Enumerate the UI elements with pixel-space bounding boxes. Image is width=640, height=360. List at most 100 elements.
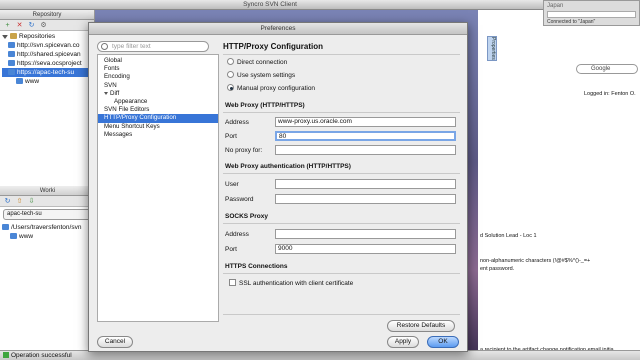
background-line-2: non-alphanumeric characters (!@#$%^()-_=… xyxy=(480,258,591,264)
tree-item[interactable]: www xyxy=(2,77,92,86)
tree-item[interactable]: https://seva.ocsproject xyxy=(2,59,92,68)
cancel-button[interactable]: Cancel xyxy=(97,336,133,348)
nav-item-label: Diff xyxy=(110,89,120,97)
repository-toolbar: + ✕ ↻ ⚙ xyxy=(0,20,94,31)
chat-title: Japan xyxy=(547,3,564,9)
folder-icon xyxy=(2,224,9,230)
auth-section-title: Web Proxy authentication (HTTP/HTTPS) xyxy=(225,163,351,170)
radio-button[interactable] xyxy=(227,71,234,78)
nav-item-messages[interactable]: Messages xyxy=(98,131,218,139)
nav-item-menu-shortcut-keys[interactable]: Menu Shortcut Keys xyxy=(98,123,218,131)
tree-item-label: https://apac-tech-su xyxy=(17,69,75,76)
divider xyxy=(223,112,460,113)
background-line-1: d Solution Lead - Loc 1 xyxy=(480,233,537,239)
ok-button[interactable]: OK xyxy=(427,336,459,348)
repo-folder-icon xyxy=(8,51,15,57)
repositories-icon xyxy=(10,33,17,39)
expand-arrow-icon[interactable] xyxy=(2,35,8,39)
dialog-title: Preferences xyxy=(89,23,467,35)
no-proxy-field[interactable] xyxy=(275,145,456,155)
refresh-icon[interactable]: ↻ xyxy=(27,21,36,30)
working-copy-select[interactable]: apac-tech-su xyxy=(3,209,92,220)
nav-item-encoding[interactable]: Encoding xyxy=(98,73,218,81)
add-repository-icon[interactable]: + xyxy=(3,21,12,30)
radio-button-selected[interactable] xyxy=(227,84,234,91)
update-icon[interactable]: ⇩ xyxy=(27,197,36,206)
status-text: Operation successful xyxy=(11,352,72,359)
radio-label: Use system settings xyxy=(237,72,296,79)
repository-panel: Repository + ✕ ↻ ⚙ Repositories http://s… xyxy=(0,10,95,360)
tree-item-label: http://shared.spicevan xyxy=(17,51,81,58)
settings-pane: HTTP/Proxy Configuration Direct connecti… xyxy=(221,40,464,322)
radio-system-settings[interactable]: Use system settings xyxy=(227,71,295,81)
google-search-field[interactable]: Google xyxy=(576,64,638,74)
proxy-address-field[interactable]: www-proxy.us.oracle.com xyxy=(275,117,456,127)
tree-item-label: https://seva.ocsproject xyxy=(17,60,82,67)
tree-item[interactable]: www xyxy=(2,232,93,241)
port-label: Port xyxy=(225,133,237,140)
nav-item-fonts[interactable]: Fonts xyxy=(98,65,218,73)
user-label: User xyxy=(225,181,239,188)
nav-item-svn-file-editors[interactable]: SVN File Editors xyxy=(98,106,218,114)
nav-item-http-proxy[interactable]: HTTP/Proxy Configuration xyxy=(98,114,218,123)
preferences-nav: Global Fonts Encoding SVN Diff Appearanc… xyxy=(97,54,219,322)
apply-button[interactable]: Apply xyxy=(387,336,419,348)
no-proxy-label: No proxy for: xyxy=(225,147,263,154)
tree-item[interactable]: /Users/traversfenton/svn xyxy=(2,223,93,232)
chat-input[interactable] xyxy=(547,11,636,18)
repo-folder-icon xyxy=(8,60,15,66)
working-copy-toolbar: ↻ ⇧ ⇩ xyxy=(0,196,95,207)
filter-input[interactable]: type filter text xyxy=(97,41,209,52)
socks-port-label: Port xyxy=(225,246,237,253)
divider xyxy=(223,223,460,224)
nav-item-diff[interactable]: Diff xyxy=(98,90,218,98)
background-line-3: ent password. xyxy=(480,266,515,272)
radio-label: Manual proxy configuration xyxy=(237,85,316,92)
proxy-password-field[interactable] xyxy=(275,194,456,204)
chat-window: Japan Connected to "Japan" xyxy=(543,0,640,26)
radio-direct-connection[interactable]: Direct connection xyxy=(227,58,287,68)
properties-tab-label: Properties xyxy=(490,37,496,60)
refresh-icon[interactable]: ↻ xyxy=(3,197,12,206)
socks-address-field[interactable] xyxy=(275,229,456,239)
settings-heading: HTTP/Proxy Configuration xyxy=(223,42,323,51)
tree-item[interactable]: http://shared.spicevan xyxy=(2,50,92,59)
tree-root[interactable]: Repositories xyxy=(2,32,92,41)
expand-arrow-icon[interactable] xyxy=(104,91,108,95)
search-icon xyxy=(101,43,108,50)
tree-item-label: www xyxy=(19,233,34,240)
tree-item-label: www xyxy=(25,78,40,85)
divider xyxy=(223,54,460,55)
nav-item-global[interactable]: Global xyxy=(98,57,218,65)
checkbox-label: SSL authentication with client certifica… xyxy=(239,280,354,287)
working-copy-tree: /Users/traversfenton/svn www xyxy=(0,222,95,242)
radio-manual-proxy[interactable]: Manual proxy configuration xyxy=(227,84,315,94)
socks-section-title: SOCKS Proxy xyxy=(225,213,268,220)
remove-repository-icon[interactable]: ✕ xyxy=(15,21,24,30)
restore-defaults-button[interactable]: Restore Defaults xyxy=(387,320,455,332)
socks-port-field[interactable]: 9000 xyxy=(275,244,456,254)
radio-button[interactable] xyxy=(227,58,234,65)
divider xyxy=(223,273,460,274)
proxy-user-field[interactable] xyxy=(275,179,456,189)
logged-in-text: Logged in: Fenton O. xyxy=(584,91,636,97)
https-section-title: HTTPS Connections xyxy=(225,263,288,270)
divider xyxy=(223,173,460,174)
tree-item[interactable]: http://svn.spicevan.co xyxy=(2,41,92,50)
preferences-dialog: Preferences type filter text Global Font… xyxy=(88,22,468,352)
proxy-port-field[interactable]: 80 xyxy=(275,131,456,141)
tree-item-selected[interactable]: https://apac-tech-su xyxy=(2,68,92,77)
divider xyxy=(223,314,460,315)
properties-tab[interactable]: Properties xyxy=(487,36,497,61)
checkbox[interactable] xyxy=(229,279,236,286)
working-path-label: /Users/traversfenton/svn xyxy=(11,224,82,231)
commit-icon[interactable]: ⇧ xyxy=(15,197,24,206)
filter-placeholder: type filter text xyxy=(112,43,151,50)
socks-address-label: Address xyxy=(225,231,249,238)
nav-item-appearance[interactable]: Appearance xyxy=(98,98,218,106)
nav-item-svn[interactable]: SVN xyxy=(98,82,218,90)
repository-tree: Repositories http://svn.spicevan.co http… xyxy=(0,31,94,87)
repo-folder-icon xyxy=(8,42,15,48)
settings-icon[interactable]: ⚙ xyxy=(39,21,48,30)
ssl-client-cert-checkbox[interactable]: SSL authentication with client certifica… xyxy=(229,279,353,287)
